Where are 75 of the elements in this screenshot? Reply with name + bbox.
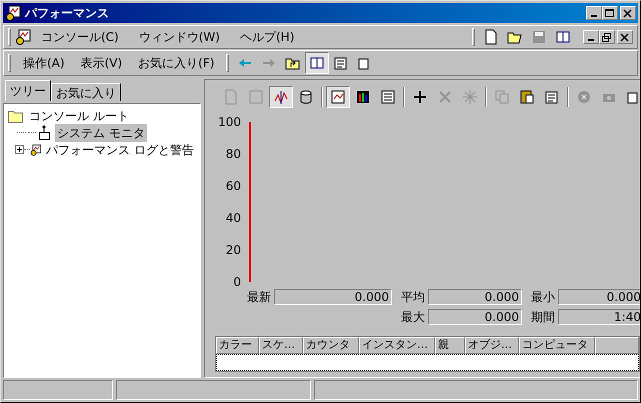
log-icon xyxy=(15,29,31,45)
clear-icon xyxy=(248,89,264,105)
value-label: 最小 xyxy=(530,289,556,306)
x-icon xyxy=(437,89,453,105)
restore-icon xyxy=(602,32,612,42)
log-icon xyxy=(30,142,42,158)
minimize-button[interactable] xyxy=(583,30,599,44)
stop-icon xyxy=(576,89,592,105)
axis-label: 100 xyxy=(218,116,241,128)
minimize-icon xyxy=(588,38,594,40)
column-header[interactable]: コンピュータ xyxy=(519,337,595,354)
copy-icon xyxy=(494,89,510,105)
value-field: 1:40 xyxy=(558,309,640,325)
menu-item[interactable]: お気に入り(F) xyxy=(130,54,222,72)
value-label: 最大 xyxy=(400,309,426,326)
toolbar-button[interactable] xyxy=(269,86,293,108)
cylinder-icon xyxy=(298,89,314,105)
tree-item[interactable]: パフォーマンス ログと警告 xyxy=(44,140,196,158)
column-header[interactable]: インスタン… xyxy=(359,337,435,354)
value-label: 期間 xyxy=(530,309,556,326)
tab[interactable]: ツリー xyxy=(5,80,51,101)
axis-label: 60 xyxy=(226,180,241,192)
pane-icon xyxy=(309,55,326,71)
histogram-icon xyxy=(355,89,371,105)
value-label: 最新 xyxy=(246,289,272,306)
value-field: 0.000 xyxy=(428,289,522,305)
column-header[interactable]: オブジ… xyxy=(465,337,519,354)
page-icon xyxy=(223,89,239,105)
column-header[interactable]: 親 xyxy=(435,337,465,354)
maximize-icon xyxy=(605,8,615,18)
minimize-button[interactable] xyxy=(586,6,602,20)
close-button[interactable] xyxy=(620,6,636,20)
paste-icon xyxy=(519,89,535,105)
report-icon xyxy=(380,89,396,105)
window-title: パフォーマンス xyxy=(25,5,110,22)
tree-item[interactable]: コンソール ルート xyxy=(27,106,131,124)
menu-item[interactable]: ウィンドウ(W) xyxy=(128,28,230,46)
burst-icon xyxy=(462,89,478,105)
restore-button[interactable] xyxy=(599,30,615,44)
menu-item[interactable]: 操作(A) xyxy=(15,54,73,72)
axis-label: 40 xyxy=(226,212,241,224)
close-button[interactable] xyxy=(617,30,633,44)
close-icon xyxy=(623,8,633,18)
panes-icon xyxy=(555,29,571,45)
axis-label: 80 xyxy=(226,148,241,160)
axis-label: 0 xyxy=(233,276,241,288)
properties-icon xyxy=(333,55,350,71)
value-field: 0.000 xyxy=(428,309,522,325)
log-icon xyxy=(5,5,21,21)
plus-icon xyxy=(412,89,428,105)
menu-item[interactable]: コンソール(C) xyxy=(31,28,129,46)
toolbar-button[interactable] xyxy=(326,86,350,108)
chart-icon xyxy=(273,89,289,105)
expand-button[interactable] xyxy=(14,145,24,154)
value-field: 0.000 xyxy=(274,289,392,305)
properties-icon xyxy=(544,89,560,105)
column-header[interactable]: カウンタ xyxy=(303,337,359,354)
column-header[interactable]: カラー xyxy=(216,337,259,354)
minimize-icon xyxy=(591,14,597,16)
graph-icon xyxy=(330,89,346,105)
column-header[interactable]: スケ… xyxy=(259,337,303,354)
toolbar-button[interactable] xyxy=(305,52,330,74)
menu-item[interactable]: ヘルプ(H) xyxy=(230,28,304,46)
value-field: 0.000 xyxy=(558,289,640,305)
maximize-button[interactable] xyxy=(602,6,618,20)
page-icon xyxy=(483,29,499,45)
value-label: 平均 xyxy=(400,289,426,306)
axis-label: 20 xyxy=(226,244,241,256)
monitor-icon xyxy=(36,124,52,140)
menu-item[interactable]: 表示(V) xyxy=(72,54,130,72)
close-icon xyxy=(620,32,630,42)
column-header[interactable] xyxy=(595,337,639,354)
tree-item[interactable]: システム モニタ xyxy=(55,124,147,142)
tab[interactable]: お気に入り xyxy=(51,83,121,101)
folder-icon xyxy=(8,108,24,122)
